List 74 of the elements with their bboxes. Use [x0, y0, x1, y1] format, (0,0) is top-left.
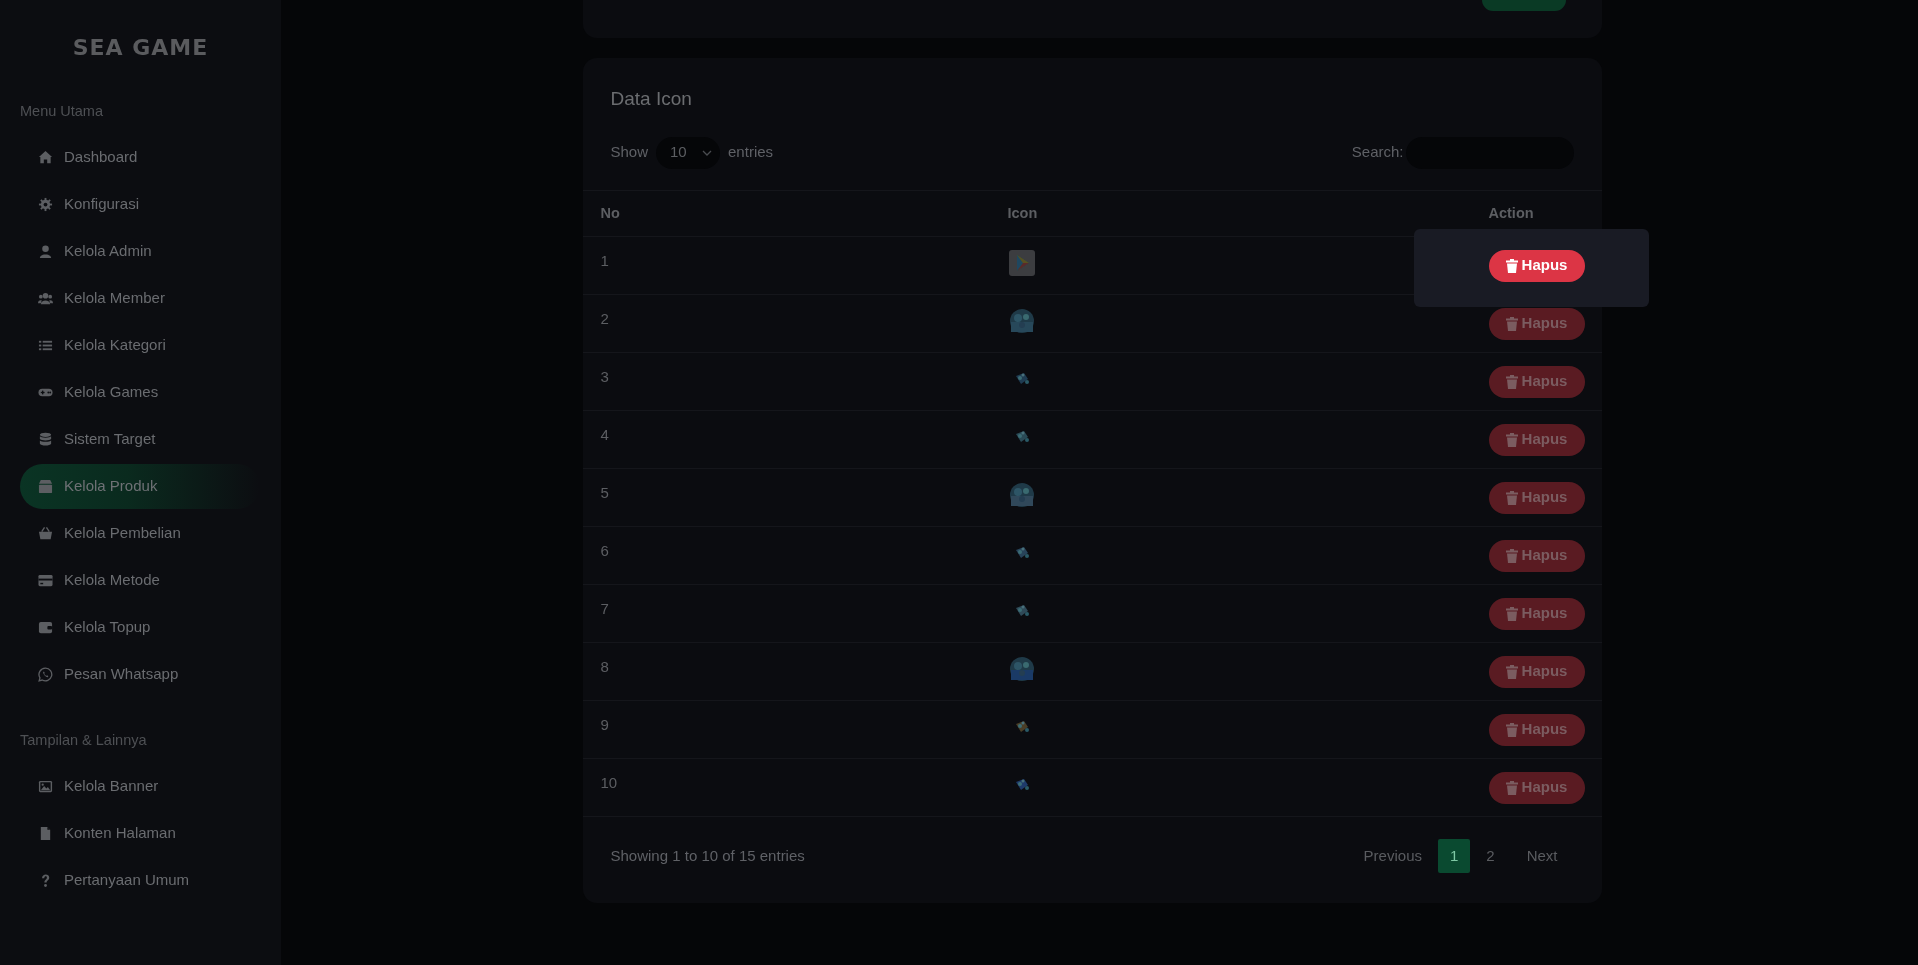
table-cell: 9 — [600, 716, 609, 733]
trash-icon — [1505, 548, 1518, 563]
home-icon — [38, 150, 53, 165]
trash-icon — [1505, 606, 1518, 621]
table-cell: 6 — [600, 542, 609, 559]
sidebar-item[interactable]: Kelola Kategori — [20, 323, 260, 368]
logo: SEA GAME — [72, 34, 209, 62]
box-icon — [38, 479, 53, 494]
trash-icon — [1505, 432, 1518, 447]
trash-icon — [1505, 722, 1518, 737]
trash-icon — [1505, 258, 1518, 273]
page-link[interactable]: 1 — [1437, 839, 1471, 873]
table-cell: 1 — [600, 252, 609, 269]
caret-icon — [702, 149, 713, 156]
sidebar-item[interactable]: Kelola Banner — [20, 764, 260, 809]
image-icon — [38, 779, 53, 794]
section-heading: Menu Utama — [20, 102, 104, 121]
trash-icon — [1505, 316, 1518, 331]
page-link[interactable]: Previous — [1347, 839, 1438, 873]
sidebar-item[interactable]: Kelola Admin — [20, 229, 260, 274]
settings-icon — [38, 197, 53, 212]
page-link[interactable]: 2 — [1470, 839, 1511, 873]
sidebar-item[interactable]: Kelola Games — [20, 370, 260, 415]
delete-button[interactable]: Hapus — [1488, 655, 1585, 688]
user-icon — [38, 244, 53, 259]
trash-icon — [1505, 490, 1518, 505]
delete-button[interactable]: Hapus — [1488, 713, 1585, 746]
table-cell: 3 — [600, 368, 609, 385]
entries-label: entries — [728, 142, 774, 163]
sidebar-item[interactable]: Pertanyaan Umum — [20, 858, 260, 903]
file-icon — [38, 826, 53, 841]
trash-icon — [1505, 374, 1518, 389]
delete-button[interactable]: Hapus — [1488, 539, 1585, 572]
table-cell: 10 — [600, 774, 618, 791]
delete-button[interactable]: Hapus — [1488, 365, 1585, 398]
page-link[interactable]: Next — [1510, 839, 1574, 873]
delete-button[interactable]: Hapus — [1488, 597, 1585, 630]
basket-icon — [38, 526, 53, 541]
delete-button[interactable]: Hapus — [1488, 423, 1585, 456]
delete-button[interactable]: Hapus — [1488, 481, 1585, 514]
delete-button[interactable]: Hapus — [1488, 307, 1585, 340]
sidebar-item[interactable]: Kelola Pembelian — [20, 511, 260, 556]
section-heading: Tampilan & Lainnya — [20, 731, 148, 750]
delete-button[interactable]: Hapus — [1488, 771, 1585, 804]
credit-card-icon — [38, 573, 53, 588]
sidebar-item[interactable]: Sistem Target — [20, 417, 260, 462]
users-icon — [38, 291, 53, 306]
show-label: Show — [610, 142, 649, 163]
table-cell: 5 — [600, 484, 609, 501]
table-cell: 2 — [600, 310, 609, 327]
column-header: No — [600, 203, 620, 223]
sidebar-item[interactable]: Pesan Whatsapp — [20, 652, 260, 697]
sidebar-item[interactable]: Kelola Topup — [20, 605, 260, 650]
trash-icon — [1505, 664, 1518, 679]
trash-icon — [1505, 780, 1518, 795]
column-header: Icon — [1007, 203, 1038, 223]
database-icon — [38, 432, 53, 447]
table-cell: 8 — [600, 658, 609, 675]
sidebar-item[interactable]: Dashboard — [20, 135, 260, 180]
list-icon — [38, 338, 53, 353]
table-cell: 4 — [600, 426, 609, 443]
sidebar-item[interactable]: Konfigurasi — [20, 182, 260, 227]
card-title: Data Icon — [609, 87, 693, 111]
entries-select[interactable]: 10 — [656, 136, 721, 169]
table-info: Showing 1 to 10 of 15 entries — [610, 845, 805, 866]
whatsapp-icon — [38, 667, 53, 682]
sidebar-item[interactable]: Kelola Metode — [20, 558, 260, 603]
table-cell: 7 — [600, 600, 609, 617]
column-header: Action — [1488, 203, 1534, 223]
sidebar-item[interactable]: Kelola Member — [20, 276, 260, 321]
search-label: Search: — [1351, 142, 1404, 163]
sidebar-item[interactable]: Konten Halaman — [20, 811, 260, 856]
wallet-icon — [38, 620, 53, 635]
action-button[interactable] — [1481, 0, 1566, 11]
